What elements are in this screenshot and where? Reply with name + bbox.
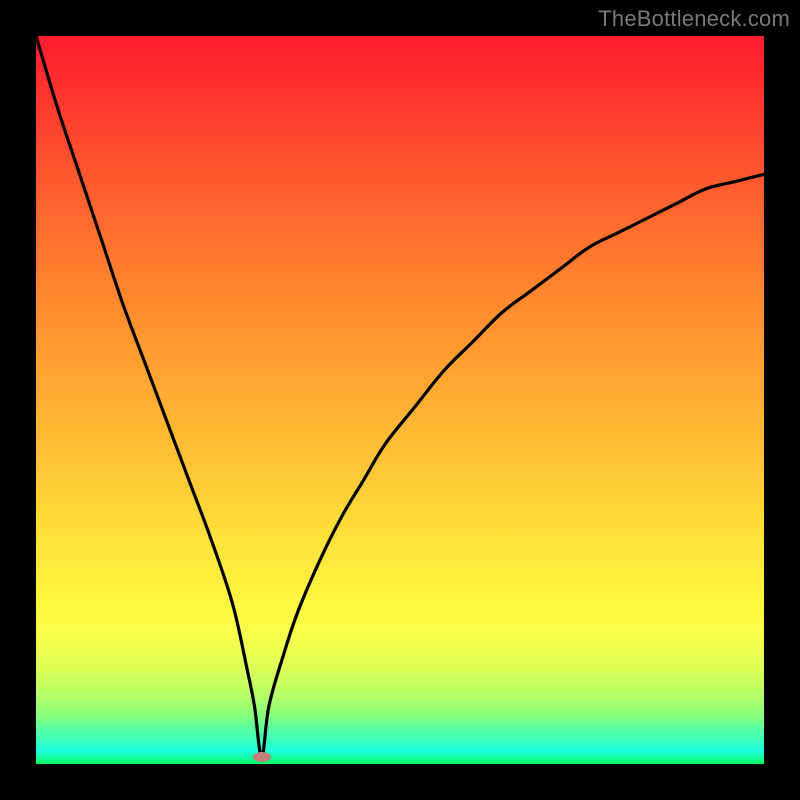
plot-area (36, 36, 764, 764)
watermark-text: TheBottleneck.com (598, 6, 790, 32)
chart-frame: TheBottleneck.com (0, 0, 800, 800)
bottleneck-marker (253, 752, 271, 762)
bottleneck-curve (36, 36, 764, 764)
